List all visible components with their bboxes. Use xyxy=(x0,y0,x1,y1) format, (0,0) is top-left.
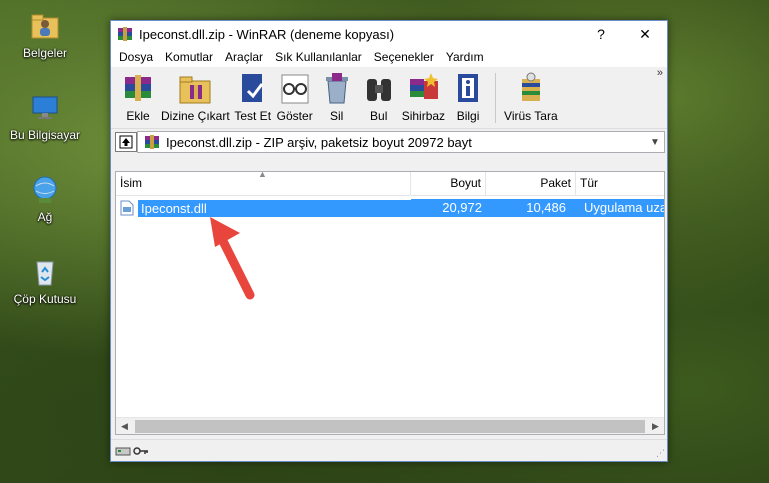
file-type: Uygulama uza xyxy=(576,199,664,217)
close-button[interactable]: ✕ xyxy=(623,21,667,47)
column-header-type[interactable]: Tür xyxy=(576,172,664,195)
zip-archive-icon xyxy=(144,134,160,150)
toolbar: Ekle Dizine Çıkart Test Et Göster Sil Bu… xyxy=(111,67,667,129)
add-archive-icon xyxy=(119,71,157,107)
file-size: 20,972 xyxy=(411,199,486,217)
toolbar-overflow-button[interactable]: » xyxy=(657,67,663,79)
annotation-arrow-icon xyxy=(210,217,255,300)
file-row[interactable]: Ipeconst.dll 20,972 10,486 Uygulama uza xyxy=(116,198,664,218)
folder-user-icon xyxy=(29,10,61,42)
test-archive-icon xyxy=(234,71,272,107)
desktop-icon-network[interactable]: Ağ xyxy=(0,174,90,224)
view-glasses-icon xyxy=(276,71,314,107)
find-button[interactable]: Bul xyxy=(360,71,398,123)
delete-button[interactable]: Sil xyxy=(318,71,356,123)
status-bar: ⋰ xyxy=(111,439,667,461)
menu-araclar[interactable]: Araçlar xyxy=(219,50,269,64)
desktop-icon-label: Ağ xyxy=(37,210,53,224)
menu-bar: Dosya Komutlar Araçlar Sık Kullanılanlar… xyxy=(111,47,667,67)
network-globe-icon xyxy=(29,174,61,206)
info-icon xyxy=(449,71,487,107)
desktop-icon-label: Çöp Kutusu xyxy=(13,292,77,306)
extract-to-button[interactable]: Dizine Çıkart xyxy=(161,71,230,123)
chevron-down-icon[interactable]: ▼ xyxy=(646,137,664,148)
virus-scan-button[interactable]: Virüs Tara xyxy=(504,71,558,123)
dll-file-icon xyxy=(120,200,134,216)
file-list-header: ▲ İsim Boyut Paket Tür xyxy=(116,169,664,196)
file-name: Ipeconst.dll xyxy=(138,199,411,217)
desktop-icon-documents[interactable]: Belgeler xyxy=(0,10,90,60)
path-text: Ipeconst.dll.zip - ZIP arşiv, paketsiz b… xyxy=(166,134,472,150)
desktop-icon-label: Belgeler xyxy=(22,46,68,60)
wizard-button[interactable]: Sihirbaz xyxy=(402,71,445,123)
horizontal-scrollbar[interactable]: ◀ ▶ xyxy=(116,417,664,434)
menu-komutlar[interactable]: Komutlar xyxy=(159,50,219,64)
resize-grip-icon[interactable]: ⋰ xyxy=(656,448,665,459)
winrar-window: Ipeconst.dll.zip - WinRAR (deneme kopyas… xyxy=(110,20,668,462)
menu-sik-kullanilanlar[interactable]: Sık Kullanılanlar xyxy=(269,50,368,64)
file-list: ▲ İsim Boyut Paket Tür Ipeconst.dll 20,9… xyxy=(115,169,665,435)
menu-secenekler[interactable]: Seçenekler xyxy=(368,50,440,64)
file-packed: 10,486 xyxy=(486,199,576,217)
column-header-packed[interactable]: Paket xyxy=(486,172,576,195)
path-bar: Ipeconst.dll.zip - ZIP arşiv, paketsiz b… xyxy=(111,129,667,155)
desktop-icon-label: Bu Bilgisayar xyxy=(9,128,81,142)
scrollbar-thumb[interactable] xyxy=(135,419,645,433)
column-header-size[interactable]: Boyut xyxy=(411,172,486,195)
sort-up-icon: ▲ xyxy=(258,169,267,179)
window-title: Ipeconst.dll.zip - WinRAR (deneme kopyas… xyxy=(139,26,395,42)
recycle-bin-icon xyxy=(29,256,61,288)
winrar-app-icon xyxy=(117,26,133,42)
path-dropdown[interactable]: Ipeconst.dll.zip - ZIP arşiv, paketsiz b… xyxy=(137,131,665,153)
title-bar[interactable]: Ipeconst.dll.zip - WinRAR (deneme kopyas… xyxy=(111,21,667,47)
scroll-left-icon[interactable]: ◀ xyxy=(116,421,133,432)
virus-scan-icon xyxy=(512,71,550,107)
toolbar-separator xyxy=(495,73,497,123)
test-button[interactable]: Test Et xyxy=(234,71,272,123)
file-name-cell: Ipeconst.dll xyxy=(116,199,411,217)
up-arrow-icon xyxy=(119,135,133,149)
wizard-icon xyxy=(404,71,442,107)
delete-icon xyxy=(318,71,356,107)
key-icon[interactable] xyxy=(133,445,149,457)
menu-yardim[interactable]: Yardım xyxy=(440,50,490,64)
add-button[interactable]: Ekle xyxy=(119,71,157,123)
find-binoculars-icon xyxy=(360,71,398,107)
extract-folder-icon xyxy=(176,71,214,107)
scroll-right-icon[interactable]: ▶ xyxy=(647,421,664,432)
info-button[interactable]: Bilgi xyxy=(449,71,487,123)
help-button[interactable]: ? xyxy=(579,21,623,47)
drive-icon[interactable] xyxy=(115,445,131,457)
menu-dosya[interactable]: Dosya xyxy=(113,50,159,64)
view-button[interactable]: Göster xyxy=(276,71,314,123)
up-folder-button[interactable] xyxy=(115,132,137,152)
desktop-icon-recycle-bin[interactable]: Çöp Kutusu xyxy=(0,256,90,306)
computer-icon xyxy=(29,92,61,124)
desktop-icon-this-pc[interactable]: Bu Bilgisayar xyxy=(0,92,90,142)
